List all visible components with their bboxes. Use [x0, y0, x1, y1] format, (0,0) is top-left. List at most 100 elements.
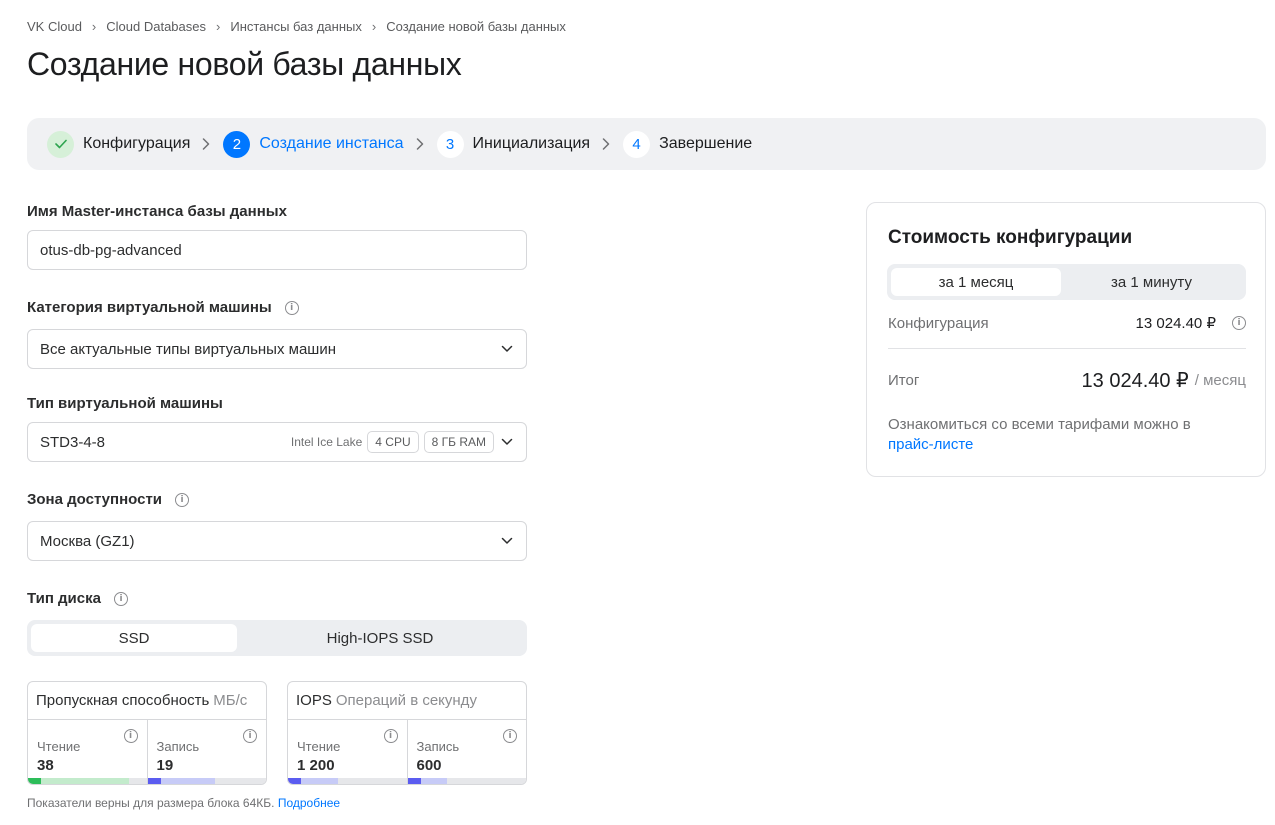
- pricing-note-text: Ознакомиться со всеми тарифами можно в: [888, 416, 1191, 433]
- cost-period-segmented-control: за 1 месяц за 1 минуту: [887, 264, 1246, 300]
- info-icon[interactable]: i: [113, 591, 128, 606]
- bar-marker: [407, 778, 421, 784]
- step-label: Конфигурация: [83, 135, 191, 152]
- throughput-write-bar: [147, 778, 266, 784]
- step-number: 2: [223, 130, 251, 158]
- check-icon: [47, 130, 74, 158]
- step-configuration[interactable]: Конфигурация: [47, 130, 191, 158]
- metric-value: 1 200: [297, 757, 335, 774]
- field-label-text: Тип диска: [27, 590, 101, 607]
- zone-select[interactable]: Москва (GZ1): [27, 521, 527, 561]
- throughput-panel: Пропускная способность МБ/с Чтение 38 i …: [27, 681, 267, 785]
- throughput-read: Чтение 38 i: [28, 720, 147, 784]
- chevron-right-icon: ›: [91, 19, 97, 34]
- info-icon[interactable]: i: [123, 729, 138, 743]
- select-value: STD3-4-8: [40, 433, 106, 451]
- step-label: Создание инстанса: [259, 135, 404, 152]
- step-number: 4: [623, 130, 651, 158]
- chevron-right-icon: ›: [371, 19, 377, 34]
- iops-panel: IOPS Операций в секунду Чтение 1 200 i З…: [287, 681, 527, 785]
- iops-header: IOPS Операций в секунду: [288, 682, 526, 720]
- wizard-stepper: Конфигурация 2 Создание инстанса 3 Иници…: [27, 118, 1266, 170]
- select-value: Москва (GZ1): [40, 532, 135, 550]
- iops-read-bar: [288, 778, 407, 784]
- field-label-text: Имя Master-инстанса базы данных: [27, 203, 287, 220]
- chevron-right-icon: [202, 138, 210, 150]
- pricing-note: Ознакомиться со всеми тарифами можно в п…: [888, 415, 1228, 455]
- price-list-link[interactable]: прайс-листе: [888, 436, 973, 453]
- metric-value: 38: [37, 757, 54, 774]
- ram-chip: 8 ГБ RAM: [423, 431, 494, 453]
- cost-card: Стоимость конфигурации за 1 месяц за 1 м…: [866, 202, 1266, 477]
- step-create-instance[interactable]: 2 Создание инстанса: [223, 130, 404, 158]
- config-cost-value: 13 024.40 ₽: [1135, 315, 1216, 332]
- chevron-right-icon: ›: [216, 19, 221, 34]
- info-icon[interactable]: i: [284, 300, 299, 315]
- more-info-link[interactable]: Подробнее: [278, 796, 340, 810]
- info-icon[interactable]: i: [1232, 316, 1246, 330]
- cpu-family-text: Intel Ice Lake: [290, 435, 363, 449]
- info-icon[interactable]: i: [383, 729, 398, 743]
- throughput-write: Запись 19 i: [146, 720, 266, 784]
- total-value: 13 024.40 ₽: [1081, 370, 1189, 392]
- period-month[interactable]: за 1 месяц: [891, 268, 1061, 296]
- chevron-right-icon: [602, 138, 610, 150]
- chevron-down-icon: [500, 435, 514, 449]
- iops-unit: Операций в секунду: [335, 692, 477, 709]
- select-value: Все актуальные типы виртуальных машин: [40, 340, 336, 358]
- step-label: Завершение: [659, 135, 753, 152]
- input-value: otus-db-pg-advanced: [40, 241, 182, 259]
- total-cost-row: Итог 13 024.40 ₽ / месяц: [888, 368, 1246, 393]
- field-label-text: Тип виртуальной машины: [27, 395, 223, 412]
- throughput-header: Пропускная способность МБ/с: [28, 682, 266, 720]
- chevron-down-icon: [500, 342, 514, 356]
- vm-category-label: Категория виртуальной машины i: [27, 299, 299, 316]
- cpu-chip: 4 CPU: [367, 431, 419, 453]
- disk-type-label: Тип диска i: [27, 590, 128, 607]
- period-minute[interactable]: за 1 минуту: [1061, 268, 1242, 296]
- block-size-footnote: Показатели верны для размера блока 64КБ.…: [27, 796, 340, 810]
- iops-write: Запись 600 i: [406, 720, 526, 784]
- divider: [888, 348, 1246, 349]
- footnote-text: Показатели верны для размера блока 64КБ.: [27, 796, 275, 810]
- info-icon[interactable]: i: [175, 492, 190, 507]
- info-icon[interactable]: i: [503, 729, 517, 743]
- iops-read: Чтение 1 200 i: [288, 720, 407, 784]
- vm-type-select[interactable]: STD3-4-8 Intel Ice Lake 4 CPU 8 ГБ RAM: [27, 422, 527, 462]
- cost-title: Стоимость конфигурации: [888, 227, 1133, 248]
- instance-name-input[interactable]: otus-db-pg-advanced: [27, 230, 527, 270]
- iops-write-bar: [407, 778, 526, 784]
- metric-value: 600: [416, 757, 442, 774]
- total-label: Итог: [888, 372, 920, 389]
- config-cost-row: Конфигурация 13 024.40 ₽ i: [888, 314, 1246, 332]
- throughput-read-bar: [28, 778, 147, 784]
- chevron-right-icon: [416, 138, 424, 150]
- step-number: 3: [436, 130, 464, 158]
- breadcrumb-cloud-databases[interactable]: Cloud Databases: [106, 19, 206, 34]
- disk-type-high-iops-ssd[interactable]: High-IOPS SSD: [237, 624, 523, 652]
- chevron-down-icon: [500, 534, 514, 548]
- step-finish: 4 Завершение: [623, 130, 753, 158]
- breadcrumb-vk-cloud[interactable]: VK Cloud: [27, 19, 82, 34]
- throughput-unit: МБ/с: [213, 692, 248, 709]
- field-label-text: Категория виртуальной машины: [27, 299, 272, 316]
- zone-label: Зона доступности i: [27, 491, 190, 508]
- breadcrumb-current: Создание новой базы данных: [386, 19, 566, 34]
- breadcrumb-db-instances[interactable]: Инстансы баз данных: [230, 19, 362, 34]
- total-unit: / месяц: [1194, 372, 1246, 389]
- metric-value: 19: [156, 757, 174, 774]
- vm-type-label: Тип виртуальной машины: [27, 395, 223, 412]
- disk-type-segmented-control: SSD High-IOPS SSD: [27, 620, 527, 656]
- breadcrumb: VK Cloud › Cloud Databases › Инстансы ба…: [27, 19, 566, 34]
- vm-category-select[interactable]: Все актуальные типы виртуальных машин: [27, 329, 527, 369]
- step-label: Инициализация: [472, 135, 591, 152]
- bar-fill: [28, 778, 129, 784]
- step-initialization: 3 Инициализация: [436, 130, 591, 158]
- info-icon[interactable]: i: [243, 729, 257, 743]
- bar-marker: [288, 778, 301, 784]
- bar-marker: [28, 778, 41, 784]
- config-cost-label: Конфигурация: [888, 314, 989, 332]
- disk-type-ssd[interactable]: SSD: [31, 624, 237, 652]
- throughput-title: Пропускная способность: [36, 692, 210, 709]
- iops-title: IOPS: [296, 692, 332, 709]
